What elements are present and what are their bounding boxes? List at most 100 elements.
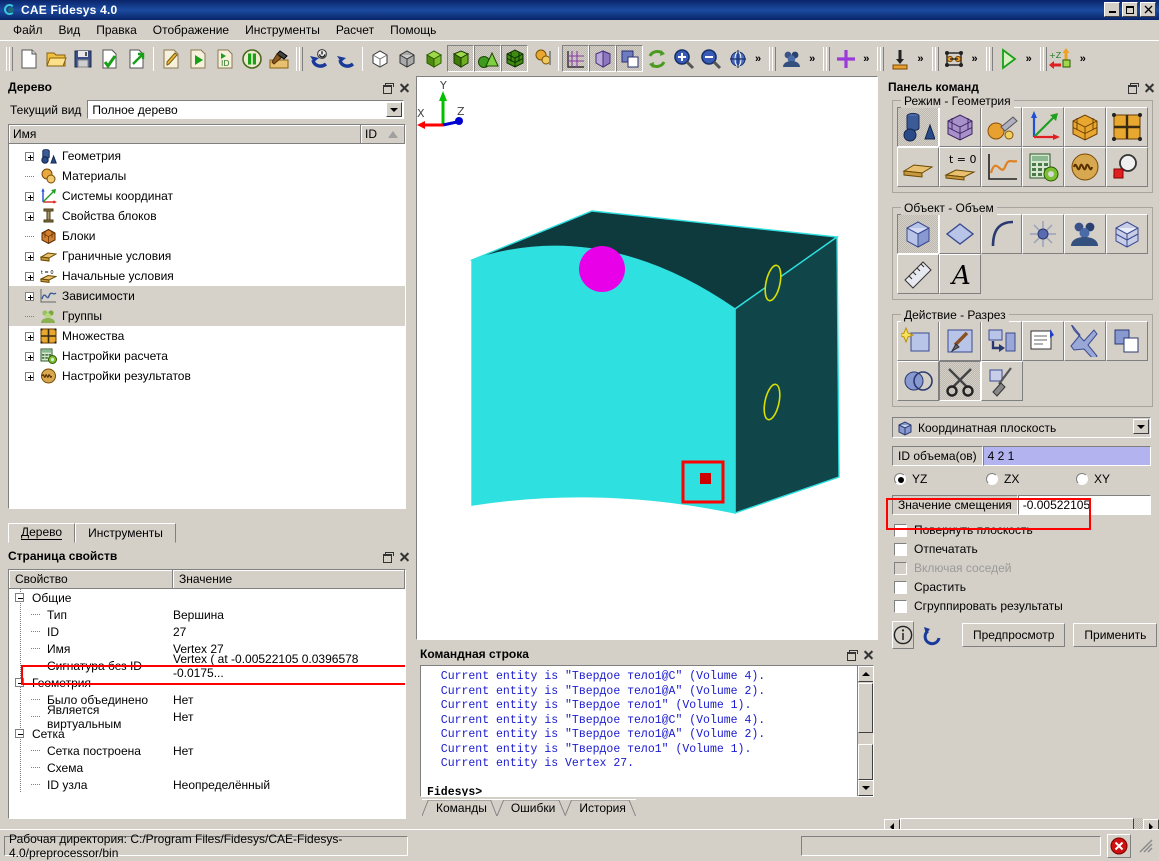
volume-icon[interactable]	[897, 214, 939, 254]
checkbox-box[interactable]	[894, 542, 907, 556]
checkbox-box[interactable]	[894, 523, 907, 537]
tree-item-8[interactable]: Группы	[9, 306, 405, 326]
maximize-button[interactable]	[1122, 2, 1138, 17]
property-row-0[interactable]: Общие	[9, 589, 405, 606]
boolean-icon[interactable]	[897, 361, 939, 401]
menu-help[interactable]: Помощь	[382, 21, 444, 39]
tree-item-11[interactable]: Настройки результатов	[9, 366, 405, 386]
results-wave-icon[interactable]	[1064, 147, 1107, 187]
expand-plus-icon[interactable]	[25, 251, 34, 261]
export-file-icon[interactable]	[123, 45, 150, 72]
refresh-icon[interactable]	[643, 45, 670, 72]
expand-plus-icon[interactable]	[25, 331, 34, 341]
smooth-shade-cube-icon[interactable]	[420, 45, 447, 72]
checkbox-box[interactable]	[894, 580, 907, 594]
info-button[interactable]	[892, 621, 914, 649]
copy-icon[interactable]	[1106, 321, 1148, 361]
tree-item-9[interactable]: Множества	[9, 326, 405, 346]
tree-item-0[interactable]: Геометрия	[9, 146, 405, 166]
group-icon[interactable]	[1064, 214, 1107, 254]
offset-input[interactable]: -0.00522105	[1017, 495, 1151, 515]
property-row-8[interactable]: Сетка	[9, 725, 405, 742]
crosshair-icon[interactable]	[832, 45, 859, 72]
tree-item-6[interactable]: t = 0 Начальные условия	[9, 266, 405, 286]
wireframe-cube-icon[interactable]	[366, 45, 393, 72]
toolbar-grip-4[interactable]	[822, 46, 831, 72]
menu-file[interactable]: Файл	[5, 21, 51, 39]
console-scrollbar[interactable]	[857, 666, 873, 796]
undo-arrow-icon[interactable]	[332, 45, 359, 72]
hidden-line-cube-icon[interactable]	[393, 45, 420, 72]
blocks-mode-icon[interactable]	[1064, 107, 1107, 147]
coordsys-mode-icon[interactable]	[1022, 107, 1065, 147]
mesh-cube-icon[interactable]	[501, 45, 528, 72]
import-file-icon[interactable]	[96, 45, 123, 72]
properties-column-value[interactable]: Значение	[173, 570, 405, 588]
measure-ruler-icon[interactable]	[897, 254, 939, 294]
surface-icon[interactable]	[938, 214, 981, 254]
menu-calculation[interactable]: Расчет	[328, 21, 382, 39]
tree-column-id[interactable]: ID	[361, 125, 405, 143]
initial-conditions-icon[interactable]: t = 0	[938, 147, 981, 187]
toolbar-grip-5[interactable]	[876, 46, 885, 72]
menu-tools[interactable]: Инструменты	[237, 21, 328, 39]
tree-item-10[interactable]: Настройки расчета	[9, 346, 405, 366]
tree-item-1[interactable]: Материалы	[9, 166, 405, 186]
sets-mode-icon[interactable]	[1106, 107, 1148, 147]
close-button[interactable]	[1140, 2, 1156, 17]
tree-item-4[interactable]: Блоки	[9, 226, 405, 246]
toolbar-overflow-7[interactable]: »	[1076, 53, 1090, 65]
toolbar-overflow-1[interactable]: »	[751, 53, 765, 65]
command-line-float-icon[interactable]	[846, 649, 858, 661]
toolbar-grip-6[interactable]	[931, 46, 939, 72]
toolbar-grip[interactable]	[5, 46, 13, 72]
tree-list[interactable]: Имя ID Геометрия Материалы Системы координ…	[8, 124, 406, 509]
properties-close-icon[interactable]	[399, 551, 410, 562]
inspect-icon[interactable]	[1106, 147, 1148, 187]
scroll-thumb-top[interactable]	[858, 683, 873, 733]
property-row-11[interactable]: ID узла Неопределённый	[9, 776, 405, 793]
checkbox-row-3[interactable]: Срастить	[894, 580, 1151, 594]
toolbar-grip-2[interactable]	[295, 46, 303, 72]
toolbar-grip-3[interactable]	[768, 46, 777, 72]
property-row-2[interactable]: ID 27	[9, 623, 405, 640]
geometry-primitives-icon[interactable]	[474, 45, 501, 72]
property-row-10[interactable]: Схема	[9, 759, 405, 776]
z-axis-view-icon[interactable]: +Z	[1049, 45, 1076, 72]
apply-button[interactable]: Применить	[1073, 623, 1158, 647]
properties-icon[interactable]	[1022, 321, 1065, 361]
group-people-icon[interactable]	[778, 45, 805, 72]
reset-button[interactable]	[922, 624, 944, 646]
checkbox-row-1[interactable]: Отпечатать	[894, 542, 1151, 556]
tab-tree[interactable]: Дерево	[8, 523, 76, 543]
tree-view-combo[interactable]: Полное дерево	[87, 100, 404, 119]
modify-icon[interactable]	[938, 321, 981, 361]
toolbar-grip-8[interactable]	[1039, 46, 1047, 72]
expand-plus-icon[interactable]	[25, 211, 34, 221]
console-prompt[interactable]: Fidesys>	[427, 786, 867, 797]
chevron-down-icon[interactable]	[386, 102, 402, 117]
resize-grip[interactable]	[1139, 839, 1153, 853]
calc-settings-icon[interactable]	[1022, 147, 1065, 187]
zoom-out-icon[interactable]	[697, 45, 724, 72]
zoom-fit-globe-icon[interactable]	[724, 45, 751, 72]
property-row-9[interactable]: Сетка построена Нет	[9, 742, 405, 759]
tree-item-7[interactable]: Зависимости	[9, 286, 405, 306]
toolbar-overflow-2[interactable]: »	[805, 53, 819, 65]
command-line-close-icon[interactable]	[863, 649, 874, 660]
new-file-icon[interactable]	[15, 45, 42, 72]
tools-mode-icon[interactable]	[980, 107, 1023, 147]
zoom-in-icon[interactable]	[670, 45, 697, 72]
property-row-4[interactable]: Сигнатура без ID Vertex ( at -0.00522105 …	[9, 652, 405, 680]
tree-close-icon[interactable]	[399, 82, 410, 93]
menu-display[interactable]: Отображение	[145, 21, 237, 39]
checkbox-row-0[interactable]: Повернуть плоскость	[894, 523, 1151, 537]
console-output[interactable]: Current entity is "Твердое тело1@C" (Vol…	[420, 665, 874, 797]
collapse-minus-icon[interactable]	[15, 593, 24, 602]
menu-edit[interactable]: Правка	[88, 21, 145, 39]
tree-item-5[interactable]: Граничные условия	[9, 246, 405, 266]
body-icon[interactable]	[1106, 214, 1148, 254]
minimize-button[interactable]	[1104, 2, 1120, 17]
checkbox-row-4[interactable]: Сгруппировать результаты	[894, 599, 1151, 613]
collapse-minus-icon[interactable]	[15, 729, 24, 738]
